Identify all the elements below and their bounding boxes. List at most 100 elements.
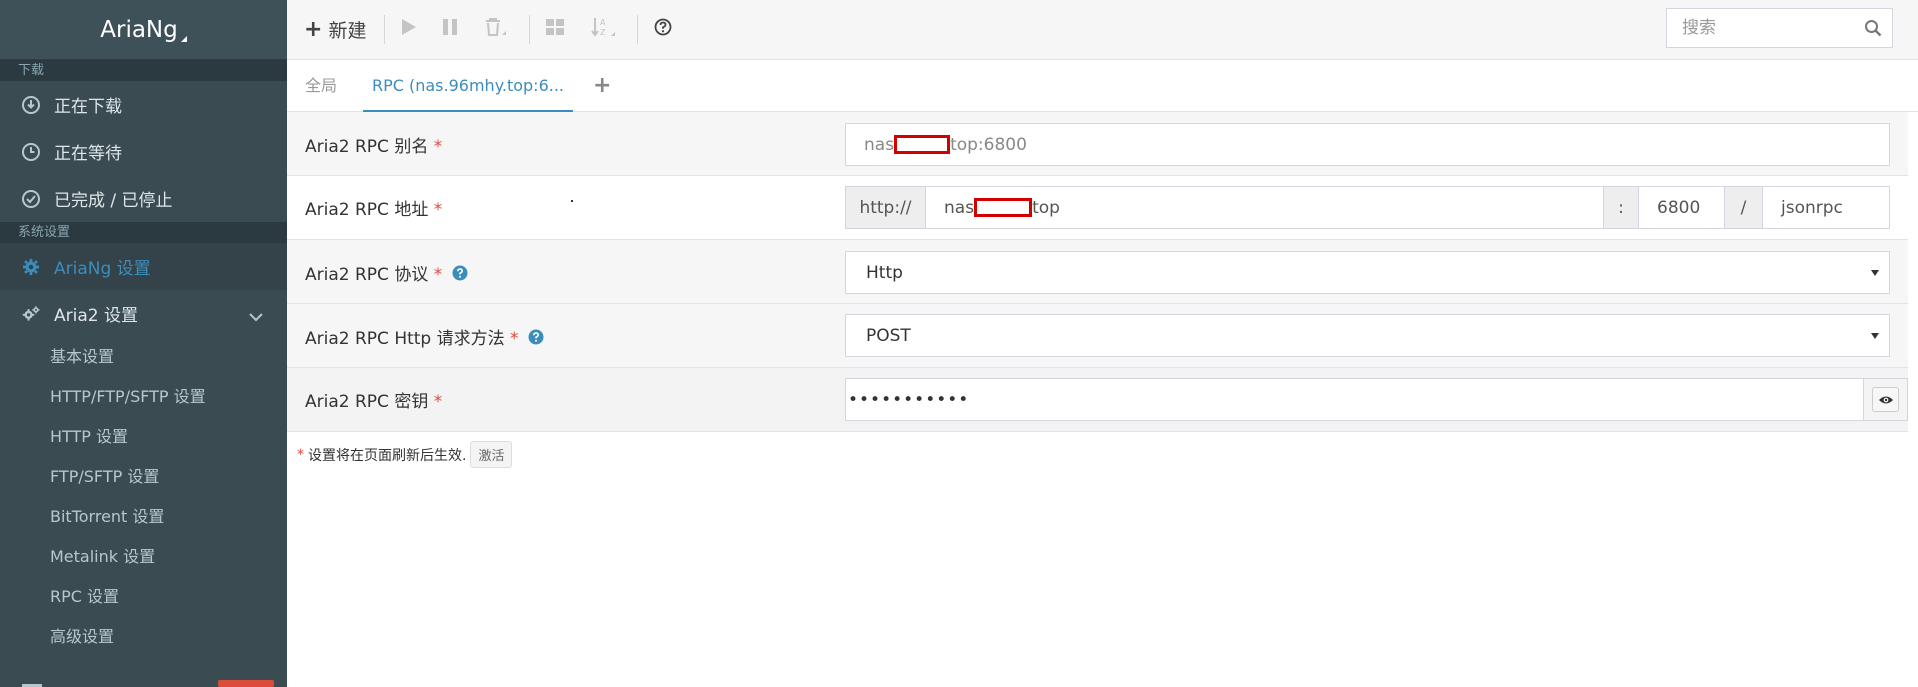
- section-header-settings: 系统设置: [0, 222, 287, 243]
- nav-item-downloading[interactable]: 正在下载: [0, 81, 287, 128]
- section-header-downloads: 下载: [0, 60, 287, 81]
- setting-row-rpc-protocol: Aria2 RPC 协议 * Http: [287, 240, 1908, 304]
- gears-icon: [22, 305, 40, 323]
- setting-row-rpc-alias: Aria2 RPC 别名 * nas top:6800: [287, 112, 1908, 176]
- brand-header[interactable]: AriaNg: [0, 0, 287, 60]
- help-button[interactable]: [654, 15, 672, 43]
- delete-button[interactable]: [484, 15, 508, 43]
- sidebar: AriaNg 下载 正在下载 正在等待 已完成 / 已停止 系统设置 AriaN…: [0, 0, 287, 687]
- sub-item-ftp-sftp[interactable]: FTP/SFTP 设置: [0, 457, 287, 497]
- help-icon[interactable]: [452, 265, 468, 286]
- nav-item-label: Aria2 设置: [54, 306, 138, 326]
- selected-value: Http: [866, 262, 903, 283]
- check-circle-icon: [22, 189, 40, 208]
- eye-icon: [1878, 390, 1894, 409]
- nav-item-aria2-settings[interactable]: Aria2 设置: [0, 290, 287, 337]
- http-method-select[interactable]: POST: [845, 314, 1890, 357]
- sub-item-http[interactable]: HTTP 设置: [0, 417, 287, 457]
- plus-icon: +: [304, 16, 323, 42]
- toolbar-divider: [637, 15, 638, 44]
- setting-row-rpc-secret: Aria2 RPC 密钥 * •••••••••••: [287, 368, 1908, 432]
- setting-row-http-method: Aria2 RPC Http 请求方法 * POST: [287, 304, 1908, 368]
- toolbar-divider: [384, 15, 385, 44]
- sub-item-bittorrent[interactable]: BitTorrent 设置: [0, 497, 287, 537]
- rpc-alias-value: nas top:6800: [864, 134, 1027, 155]
- dropdown-arrow-icon: [1871, 269, 1879, 276]
- rpc-address-group: http:// nas top : 6800 / jsonrpc: [845, 186, 1890, 229]
- setting-label-text: Aria2 RPC 协议: [305, 265, 429, 285]
- sort-button[interactable]: AZ: [590, 15, 616, 43]
- search-box: [1666, 8, 1893, 48]
- dropdown-arrow-icon: [1871, 332, 1879, 339]
- setting-label: Aria2 RPC 协议 *: [305, 260, 468, 286]
- stray-dot: [571, 200, 573, 202]
- redaction-box: [974, 198, 1033, 217]
- sub-item-http-ftp-sftp[interactable]: HTTP/FTP/SFTP 设置: [0, 377, 287, 417]
- slash-addon: /: [1725, 187, 1763, 228]
- rpc-protocol-addon: http://: [846, 187, 926, 228]
- rpc-secret-field[interactable]: •••••••••••: [845, 378, 1908, 421]
- pause-button[interactable]: [442, 15, 458, 43]
- search-input[interactable]: [1680, 9, 1864, 47]
- toolbar: + 新建 AZ: [287, 0, 1918, 60]
- setting-label-text: Aria2 RPC 地址: [305, 200, 429, 220]
- rpc-port-input[interactable]: 6800: [1639, 187, 1725, 228]
- rpc-host-input[interactable]: nas top: [926, 187, 1604, 228]
- required-mark: *: [433, 265, 443, 285]
- help-icon[interactable]: [528, 329, 544, 350]
- app-name: AriaNg: [100, 16, 178, 43]
- new-task-label: 新建: [328, 19, 367, 42]
- tab-rpc[interactable]: RPC (nas.96mhy.top:6...: [363, 60, 573, 112]
- show-secret-button[interactable]: [1872, 387, 1899, 412]
- add-rpc-tab-button[interactable]: +: [593, 60, 611, 111]
- question-circle-icon: [654, 18, 672, 40]
- svg-text:Z: Z: [600, 28, 606, 37]
- required-mark: *: [433, 392, 443, 412]
- sub-item-basic[interactable]: 基本设置: [0, 337, 287, 377]
- required-mark: *: [433, 200, 443, 220]
- trash-icon: [484, 17, 508, 41]
- rpc-secret-value: •••••••••••: [848, 389, 970, 410]
- nav-item-waiting[interactable]: 正在等待: [0, 128, 287, 175]
- nav-item-label: 正在等待: [54, 144, 122, 164]
- nav-item-label: 已完成 / 已停止: [54, 191, 173, 211]
- setting-label: Aria2 RPC Http 请求方法 *: [305, 324, 544, 350]
- play-icon: [401, 18, 417, 40]
- gear-icon: [22, 258, 40, 276]
- toolbar-divider: [529, 15, 530, 44]
- sort-alpha-icon: AZ: [590, 16, 616, 42]
- nav-item-label: AriaNg 设置: [54, 259, 151, 279]
- nav-item-ariang-settings[interactable]: AriaNg 设置: [0, 243, 287, 290]
- clock-icon: [22, 142, 40, 161]
- setting-label: Aria2 RPC 密钥 *: [305, 387, 442, 412]
- sub-item-metalink[interactable]: Metalink 设置: [0, 537, 287, 577]
- show-secret-addon: [1863, 379, 1907, 420]
- select-all-button[interactable]: [545, 15, 565, 43]
- nav-item-stopped[interactable]: 已完成 / 已停止: [0, 175, 287, 222]
- required-mark: *: [510, 329, 519, 349]
- start-button[interactable]: [401, 15, 417, 43]
- sidebar-badge: [218, 680, 274, 687]
- colon-addon: :: [1604, 187, 1639, 228]
- selected-value: POST: [866, 325, 911, 346]
- setting-label: Aria2 RPC 别名 *: [305, 132, 442, 157]
- pause-icon: [442, 18, 458, 40]
- setting-label-text: Aria2 RPC 别名: [305, 137, 429, 157]
- new-task-button[interactable]: + 新建: [304, 15, 366, 43]
- rpc-protocol-select[interactable]: Http: [845, 251, 1890, 294]
- activate-button[interactable]: 激活: [470, 441, 513, 468]
- setting-label-text: Aria2 RPC Http 请求方法: [305, 329, 505, 349]
- setting-label: Aria2 RPC 地址 *: [305, 195, 442, 220]
- footnote-text: 设置将在页面刷新后生效.: [308, 447, 467, 464]
- search-icon[interactable]: [1864, 19, 1882, 41]
- required-mark: *: [297, 446, 304, 463]
- rpc-interface-input[interactable]: jsonrpc: [1763, 187, 1889, 228]
- settings-footnote: * 设置将在页面刷新后生效. 激活: [297, 441, 513, 468]
- rpc-alias-field[interactable]: nas top:6800: [845, 123, 1890, 166]
- sub-item-advanced[interactable]: 高级设置: [0, 617, 287, 657]
- tab-global[interactable]: 全局: [305, 60, 337, 111]
- chevron-down-icon: [249, 307, 263, 327]
- redaction-box: [894, 135, 951, 154]
- sub-item-rpc[interactable]: RPC 设置: [0, 577, 287, 617]
- grid-icon: [545, 18, 565, 40]
